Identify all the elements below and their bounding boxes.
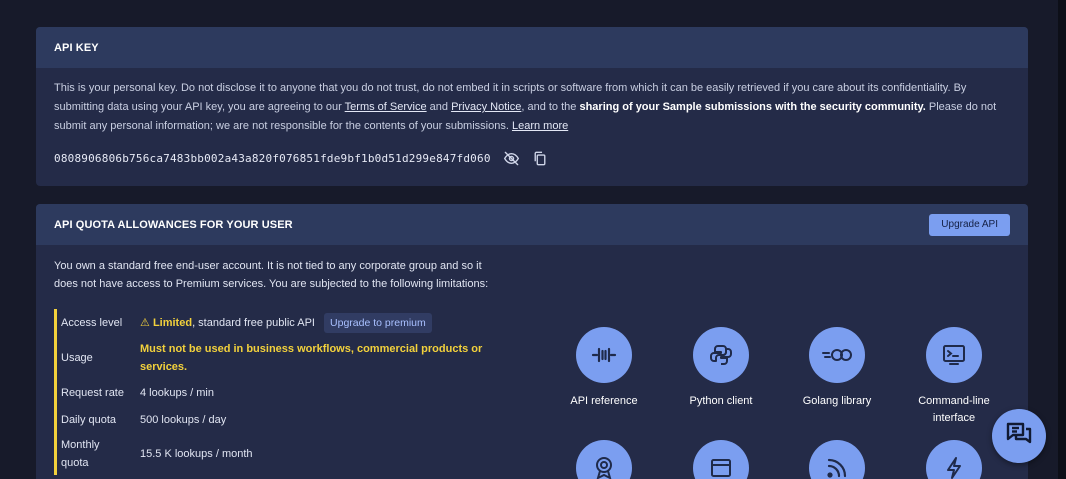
privacy-notice-link[interactable]: Privacy Notice [451,101,521,113]
window-edge [1058,0,1066,479]
api-key-value[interactable]: 0808906806b756ca7483bb002a43a820f076851f… [54,152,491,165]
limit-row-usage: Usage Must not be used in business workf… [61,337,524,379]
terminal-icon [926,327,982,383]
limit-key: Access level [61,317,123,329]
resource-python-client[interactable]: Python client [671,327,771,410]
resource-api-reference[interactable]: API reference [554,327,654,410]
limits-table: Access level ⚠ Limited, standard free pu… [54,309,524,475]
chat-button[interactable] [992,409,1046,463]
api-key-card: API KEY This is your personal key. Do no… [36,27,1028,186]
limit-key: Request rate [61,386,124,399]
limit-value: ⚠ Limited, standard free public API Upgr… [140,313,524,333]
resource-golang-library[interactable]: Golang library [787,327,887,410]
limit-row-daily-quota: Daily quota 500 lookups / day [61,406,524,433]
limit-value: 4 lookups / min [140,386,214,399]
terms-of-service-link[interactable]: Terms of Service [345,101,427,113]
limit-row-monthly-quota: Monthly quota 15.5 K lookups / month [61,433,524,475]
limited-label: Limited [152,317,193,329]
resource-label: Command-line interface [918,395,990,424]
learn-more-link[interactable]: Learn more [512,120,568,132]
api-quota-title: API QUOTA ALLOWANCES FOR YOUR USER [54,218,293,231]
limit-key: Usage [61,352,93,364]
limit-key: Monthly quota [61,439,100,469]
sharing-notice: sharing of your Sample submissions with … [579,101,926,113]
account-intro: You own a standard free end-user account… [54,260,489,290]
resource-tile-bolt[interactable] [904,440,1004,479]
python-icon [693,327,749,383]
limit-key: Daily quota [61,413,117,426]
bolt-icon [926,440,982,479]
window-icon [693,440,749,479]
access-level-text: , standard free public API [192,317,315,329]
api-key-title: API KEY [54,41,99,54]
api-key-row: 0808906806b756ca7483bb002a43a820f076851f… [36,136,1028,167]
resource-command-line-interface[interactable]: Command-line interface [904,327,1004,427]
api-icon [576,327,632,383]
eye-slash-icon[interactable] [503,149,521,167]
limit-row-access-level: Access level ⚠ Limited, standard free pu… [61,309,524,337]
limit-value: 15.5 K lookups / month [140,448,253,460]
resource-label: API reference [570,395,638,407]
resource-label: Python client [689,395,753,407]
upgrade-to-premium-link[interactable]: Upgrade to premium [324,313,432,333]
api-key-text-and: and [426,101,452,113]
resource-tile-window[interactable] [671,440,771,479]
badge-icon [576,440,632,479]
resource-tile-badge[interactable] [554,440,654,479]
limit-row-request-rate: Request rate 4 lookups / min [61,379,524,406]
gopher-icon [809,327,865,383]
api-key-description: This is your personal key. Do not disclo… [36,68,1028,136]
api-quota-header: API QUOTA ALLOWANCES FOR YOUR USER Upgra… [36,204,1028,245]
api-key-text-2: , and to the [521,101,580,113]
copy-icon[interactable] [531,149,549,167]
resource-tile-rss[interactable] [787,440,887,479]
usage-warning: Must not be used in business workflows, … [140,343,483,373]
api-key-header: API KEY [36,27,1028,68]
upgrade-api-button[interactable]: Upgrade API [929,213,1010,236]
limit-value: 500 lookups / day [140,413,227,426]
resource-label: Golang library [802,395,872,407]
rss-icon [809,440,865,479]
warning-icon: ⚠ [140,317,150,329]
chat-icon [1005,421,1033,452]
